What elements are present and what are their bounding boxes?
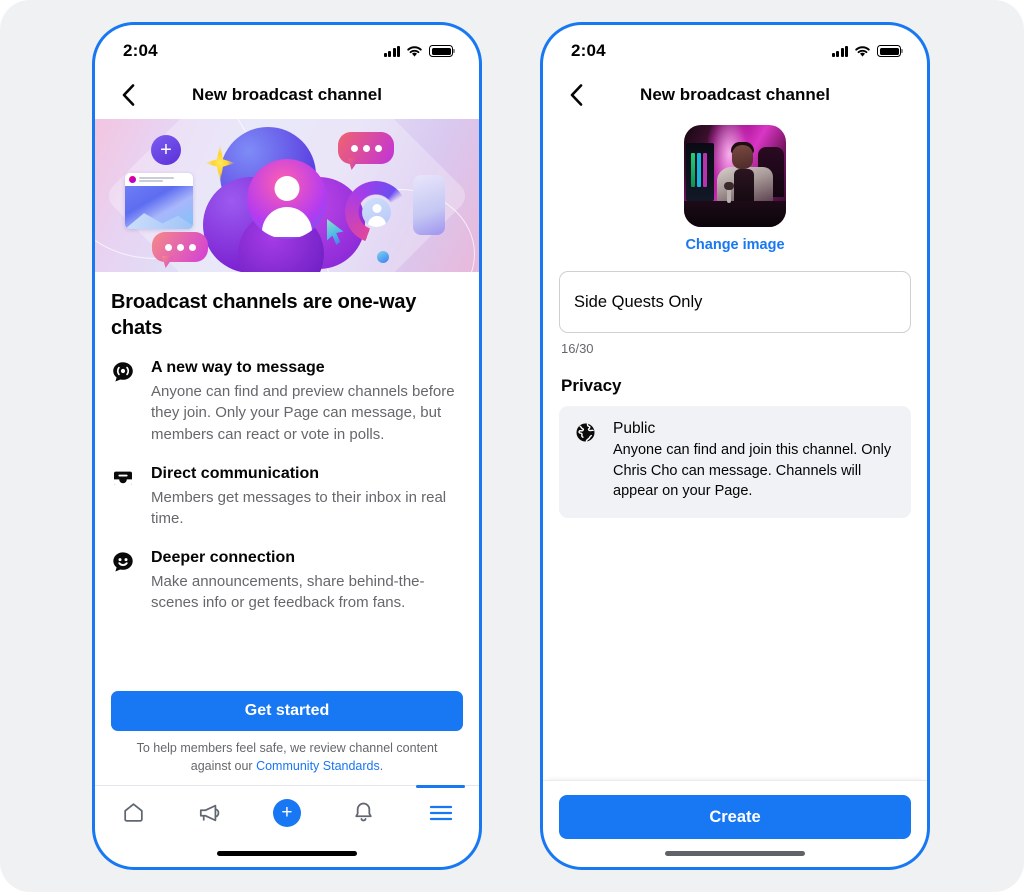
back-button[interactable] [559,78,593,112]
phone-left: 2:04 New broadcast channel + Broadcast c… [92,22,482,870]
feature-row: Direct communication Members get message… [109,459,465,543]
status-bar-right: 2:04 [543,25,927,71]
legal-suffix: . [379,758,384,773]
inbox-tray-icon [111,464,137,529]
globe-icon [574,420,600,502]
page-title: New broadcast channel [192,85,382,104]
cellular-signal-icon [831,45,848,57]
feature-title: A new way to message [151,359,325,377]
status-time: 2:04 [571,41,606,60]
nav-bar-right: New broadcast channel [543,71,927,119]
phone-right: 2:04 New broadcast channel Change image … [540,22,930,870]
change-image-button[interactable]: Change image [681,227,788,253]
home-icon [124,803,143,822]
tab-create[interactable]: + [249,786,326,839]
channel-name-input[interactable] [574,292,896,312]
battery-full-icon [429,45,456,57]
left-footer: Get started To help members feel safe, w… [95,690,479,785]
feature-row: Deeper connection Make announcements, sh… [109,543,465,627]
hamburger-menu-icon [429,805,452,820]
channel-image-thumbnail[interactable] [684,125,786,227]
bottom-tab-bar: + [95,785,479,839]
back-button[interactable] [111,78,145,112]
hero-avatar-icon [247,159,327,239]
onboarding-heading: Broadcast channels are one-way chats [111,291,417,339]
tab-menu[interactable] [402,785,479,839]
broadcast-bubble-icon [111,358,137,445]
tab-pages[interactable] [172,786,249,839]
right-footer: Create [543,780,927,839]
status-time: 2:04 [123,41,158,60]
create-button[interactable]: Create [559,795,911,839]
tab-home[interactable] [95,786,172,839]
home-indicator-left [95,839,479,867]
page-title: New broadcast channel [640,85,830,104]
wifi-icon [407,45,422,57]
feature-description: Members get messages to their inbox in r… [151,488,447,527]
feature-title: Deeper connection [151,549,296,567]
privacy-option-title: Public [613,420,656,437]
nav-bar-left: New broadcast channel [95,71,479,119]
plus-circle-icon: + [272,798,301,827]
char-counter: 16/30 [561,341,594,356]
left-scroll-area: + Broadcast channels are one-way chats A… [95,119,479,691]
hero-plus-badge-icon: + [151,135,181,165]
chevron-left-icon [122,84,134,106]
privacy-section-title: Privacy [561,376,622,395]
hero-phone-shape [413,175,445,235]
bell-icon [355,802,372,822]
hero-dot [377,251,389,263]
megaphone-icon [200,804,220,821]
battery-full-icon [877,45,904,57]
channel-image-section: Change image [559,119,911,253]
broadcast-channel-illustration: + [95,119,479,272]
channel-name-field[interactable] [559,271,911,333]
status-bar-left: 2:04 [95,25,479,71]
cellular-signal-icon [383,45,400,57]
get-started-button[interactable]: Get started [111,690,463,731]
hero-chat-bubble-1 [338,132,394,164]
feature-description: Make announcements, share behind-the-sce… [151,573,425,612]
home-indicator-right [543,839,927,867]
screenshot-canvas: 2:04 New broadcast channel + Broadcast c… [0,0,1024,892]
hero-post-card [125,173,193,229]
right-content: Change image 16/30 Privacy Public [543,119,927,780]
tab-notifications[interactable] [325,786,402,839]
feature-title: Direct communication [151,464,320,482]
smiley-bubble-icon [111,548,137,613]
community-standards-link[interactable]: Community Standards [256,759,380,773]
status-icons [831,45,904,58]
privacy-option-public[interactable]: Public Anyone can find and join this cha… [559,406,911,518]
feature-row: A new way to message Anyone can find and… [109,353,465,459]
left-content: Broadcast channels are one-way chats A n… [95,272,479,628]
wifi-icon [855,45,870,57]
hero-chat-bubble-2 [152,232,208,262]
legal-text: To help members feel safe, we review cha… [111,731,463,785]
feature-description: Anyone can find and preview channels bef… [151,382,455,443]
status-icons [383,45,456,58]
right-spacer [559,518,911,780]
hero-small-avatar-icon [362,198,391,227]
chevron-left-icon [570,84,582,106]
privacy-option-description: Anyone can find and join this channel. O… [613,442,892,500]
